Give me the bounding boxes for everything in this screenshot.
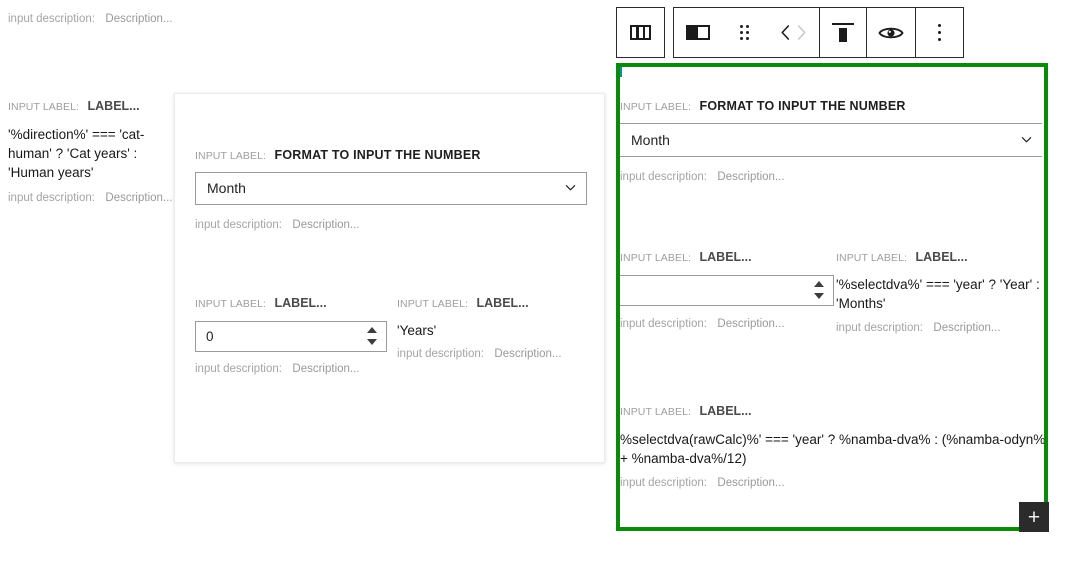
toolbar-group-main bbox=[673, 7, 964, 58]
drag-dots-icon bbox=[740, 25, 749, 40]
panel-format-description: input description: Description... bbox=[620, 167, 1042, 185]
input-description-key: input description: bbox=[620, 170, 707, 183]
input-label-key: INPUT LABEL: bbox=[397, 298, 469, 310]
left-field-label: INPUT LABEL: LABEL... bbox=[8, 97, 168, 115]
card-years-expression[interactable]: 'Years' bbox=[397, 321, 587, 340]
chevron-left-icon[interactable] bbox=[779, 24, 792, 41]
three-columns-icon bbox=[630, 25, 651, 40]
input-label-value: LABEL... bbox=[699, 404, 752, 418]
panel-number-input[interactable] bbox=[620, 274, 834, 306]
move-block-buttons[interactable] bbox=[768, 8, 820, 57]
card-number-field: INPUT LABEL: LABEL... 0 input descriptio… bbox=[195, 294, 387, 377]
panel-format-select[interactable]: Month bbox=[620, 122, 1042, 157]
input-description-value: Description... bbox=[717, 476, 785, 489]
card-years-label: INPUT LABEL: LABEL... bbox=[397, 294, 587, 312]
card-format-select[interactable]: Month bbox=[195, 171, 587, 205]
input-description-value: Description... bbox=[292, 218, 360, 231]
block-toolbar bbox=[616, 7, 964, 58]
input-label-key: INPUT LABEL: bbox=[8, 101, 80, 113]
input-label-value: FORMAT TO INPUT THE NUMBER bbox=[274, 148, 481, 162]
chevron-down-icon bbox=[565, 182, 576, 193]
card-years-description: input description: Description... bbox=[397, 344, 587, 362]
selected-block-content: INPUT LABEL: FORMAT TO INPUT THE NUMBER … bbox=[620, 67, 1044, 527]
panel-format-selected-value: Month bbox=[631, 131, 670, 148]
stepper-updown-icon[interactable] bbox=[365, 327, 378, 346]
prev-next-icons bbox=[779, 24, 808, 41]
stepper-updown-icon[interactable] bbox=[812, 281, 825, 300]
panel-format-field: INPUT LABEL: FORMAT TO INPUT THE NUMBER … bbox=[620, 97, 1042, 185]
input-label-value: LABEL... bbox=[274, 296, 327, 310]
card-number-value: 0 bbox=[206, 328, 214, 344]
input-label-key: INPUT LABEL: bbox=[620, 252, 692, 264]
input-description-key: input description: bbox=[195, 218, 282, 231]
input-label-value: LABEL... bbox=[915, 250, 968, 264]
app-root: input description: Description... INPUT … bbox=[0, 0, 1068, 565]
left-column-field: INPUT LABEL: LABEL... '%direction%' === … bbox=[8, 97, 173, 206]
add-block-button[interactable]: + bbox=[1019, 502, 1049, 532]
align-top-button[interactable] bbox=[820, 8, 867, 57]
block-variation-button[interactable] bbox=[674, 8, 721, 57]
card-number-label: INPUT LABEL: LABEL... bbox=[195, 294, 387, 312]
panel-number-field: INPUT LABEL: LABEL... input description:… bbox=[620, 248, 834, 332]
block-columns-button[interactable] bbox=[617, 8, 664, 57]
input-label-key: INPUT LABEL: bbox=[620, 406, 692, 418]
input-description-value: Description... bbox=[105, 13, 173, 25]
input-description-key: input description: bbox=[8, 13, 95, 25]
input-description-value: Description... bbox=[494, 347, 562, 360]
input-label-value: LABEL... bbox=[87, 99, 140, 113]
input-label-value: LABEL... bbox=[476, 296, 529, 310]
panel-select-expression-text[interactable]: '%selectdva%' === 'year' ? 'Year' : 'Mon… bbox=[836, 275, 1044, 313]
panel-number-description: input description: Description... bbox=[620, 314, 834, 332]
input-description-value: Description... bbox=[717, 317, 785, 330]
input-label-key: INPUT LABEL: bbox=[836, 252, 908, 264]
half-filled-block-icon bbox=[685, 25, 710, 40]
card-format-selected-value: Month bbox=[207, 180, 246, 197]
input-description-key: input description: bbox=[397, 347, 484, 360]
kebab-menu-icon bbox=[937, 24, 942, 41]
card-format-label: INPUT LABEL: FORMAT TO INPUT THE NUMBER bbox=[195, 146, 587, 164]
form-preview-card: INPUT LABEL: FORMAT TO INPUT THE NUMBER … bbox=[174, 93, 605, 463]
align-top-icon bbox=[832, 23, 854, 42]
selected-block-panel[interactable]: INPUT LABEL: FORMAT TO INPUT THE NUMBER … bbox=[616, 63, 1048, 531]
eye-icon bbox=[878, 25, 904, 41]
input-description-key: input description: bbox=[836, 321, 923, 334]
panel-calc-expression-text[interactable]: %selectdva(rawCalc)%' === 'year' ? %namb… bbox=[620, 430, 1044, 468]
panel-select-expression-label: INPUT LABEL: LABEL... bbox=[836, 248, 1044, 266]
card-format-field: INPUT LABEL: FORMAT TO INPUT THE NUMBER … bbox=[195, 146, 587, 233]
input-description-key: input description: bbox=[8, 192, 95, 205]
drag-handle-button[interactable] bbox=[721, 8, 768, 57]
more-options-button[interactable] bbox=[916, 8, 963, 57]
chevron-right-icon bbox=[795, 24, 808, 41]
panel-calc-label: INPUT LABEL: LABEL... bbox=[620, 402, 1044, 420]
orphan-input-description: input description: Description... bbox=[8, 9, 173, 27]
chevron-down-icon bbox=[1021, 134, 1032, 145]
input-label-key: INPUT LABEL: bbox=[195, 150, 267, 162]
input-description-key: input description: bbox=[620, 476, 707, 489]
input-description-value: Description... bbox=[717, 170, 785, 183]
input-description-key: input description: bbox=[620, 317, 707, 330]
input-label-key: INPUT LABEL: bbox=[620, 101, 692, 113]
panel-calc-description: input description: Description... bbox=[620, 473, 1044, 491]
panel-format-label: INPUT LABEL: FORMAT TO INPUT THE NUMBER bbox=[620, 97, 1042, 115]
panel-number-label: INPUT LABEL: LABEL... bbox=[620, 248, 834, 266]
left-field-expression[interactable]: '%direction%' === 'cat-human' ? 'Cat yea… bbox=[8, 125, 168, 182]
card-years-field: INPUT LABEL: LABEL... 'Years' input desc… bbox=[397, 294, 587, 362]
toolbar-group-block-type bbox=[616, 7, 665, 58]
card-format-description: input description: Description... bbox=[195, 215, 587, 233]
panel-select-expression-field: INPUT LABEL: LABEL... '%selectdva%' === … bbox=[836, 248, 1044, 336]
input-label-value: LABEL... bbox=[699, 250, 752, 264]
input-description-key: input description: bbox=[195, 362, 282, 375]
input-description-value: Description... bbox=[292, 362, 360, 375]
panel-select-expression-description: input description: Description... bbox=[836, 318, 1044, 336]
left-field-description: input description: Description... bbox=[8, 188, 173, 206]
input-description-value: Description... bbox=[933, 321, 1001, 334]
panel-calc-field: INPUT LABEL: LABEL... %selectdva(rawCalc… bbox=[620, 402, 1044, 491]
preview-button[interactable] bbox=[867, 8, 916, 57]
input-description-value: Description... bbox=[105, 192, 173, 205]
input-label-key: INPUT LABEL: bbox=[195, 298, 267, 310]
input-label-value: FORMAT TO INPUT THE NUMBER bbox=[699, 99, 906, 113]
card-number-input[interactable]: 0 bbox=[195, 320, 387, 352]
card-number-description: input description: Description... bbox=[195, 359, 387, 377]
